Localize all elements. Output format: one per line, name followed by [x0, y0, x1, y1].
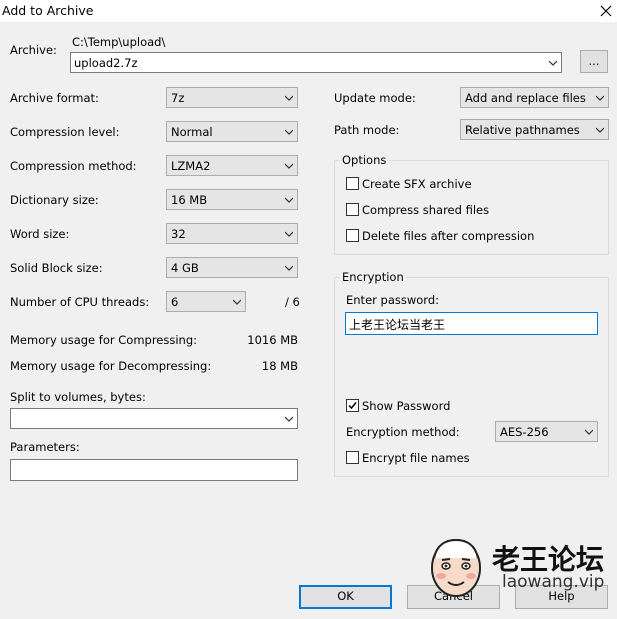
word-size-label: Word size:	[10, 227, 70, 241]
chevron-down-icon	[285, 265, 293, 271]
encryption-title: Encryption	[340, 270, 406, 284]
mem-compress-label: Memory usage for Compressing:	[10, 333, 198, 347]
word-size-value: 32	[171, 227, 186, 241]
compress-shared-checkbox[interactable]	[346, 203, 359, 216]
create-sfx-checkbox[interactable]	[346, 177, 359, 190]
ok-button[interactable]: OK	[299, 585, 392, 609]
encrypt-names-checkbox[interactable]	[346, 451, 359, 464]
chevron-down-icon	[285, 197, 293, 203]
parameters-input[interactable]	[10, 459, 298, 481]
split-label: Split to volumes, bytes:	[10, 390, 146, 404]
update-mode-select[interactable]: Add and replace files	[460, 87, 609, 108]
archive-format-select[interactable]: 7z	[166, 87, 298, 108]
window-title: Add to Archive	[2, 3, 94, 18]
encryption-method-value: AES-256	[500, 425, 549, 439]
password-input[interactable]: 上老王论坛当老王	[345, 312, 598, 335]
chevron-down-icon	[233, 299, 241, 305]
chevron-down-icon	[285, 129, 293, 135]
password-value: 上老王论坛当老王	[349, 318, 446, 332]
close-button[interactable]	[596, 0, 616, 22]
encrypt-names-label: Encrypt file names	[362, 451, 470, 465]
watermark-avatar	[424, 532, 488, 600]
chevron-down-icon	[585, 429, 593, 435]
path-mode-value: Relative pathnames	[465, 123, 580, 137]
word-size-select[interactable]: 32	[166, 223, 298, 244]
compression-method-label: Compression method:	[10, 159, 137, 173]
chevron-down-icon	[285, 231, 293, 237]
archive-name-value: upload2.7z	[74, 56, 138, 70]
archive-label: Archive:	[10, 43, 57, 57]
compress-shared-label: Compress shared files	[362, 203, 490, 217]
compression-method-select[interactable]: LZMA2	[166, 155, 298, 176]
dictionary-size-select[interactable]: 16 MB	[166, 189, 298, 210]
encryption-method-label: Encryption method:	[346, 425, 460, 439]
options-title: Options	[340, 153, 389, 167]
chevron-down-icon	[596, 127, 604, 133]
delete-after-label: Delete files after compression	[362, 229, 535, 243]
dictionary-size-value: 16 MB	[171, 193, 208, 207]
update-mode-value: Add and replace files	[465, 91, 586, 105]
compression-method-value: LZMA2	[171, 159, 211, 173]
browse-button[interactable]: ...	[580, 50, 608, 73]
chevron-down-icon	[285, 416, 293, 422]
archive-path: C:\Temp\upload\	[72, 35, 166, 49]
close-icon	[600, 5, 612, 17]
cpu-threads-max: / 6	[285, 295, 300, 309]
encryption-group	[334, 277, 609, 477]
compression-level-select[interactable]: Normal	[166, 121, 298, 142]
chevron-down-icon	[549, 60, 557, 66]
split-volumes-combo[interactable]	[10, 408, 298, 429]
old-man-face-icon	[431, 538, 481, 597]
delete-after-checkbox[interactable]	[346, 229, 359, 242]
mem-compress-value: 1016 MB	[247, 333, 298, 347]
archive-format-value: 7z	[171, 91, 185, 105]
archive-format-label: Archive format:	[10, 91, 99, 105]
show-password-label: Show Password	[362, 399, 451, 413]
compression-level-value: Normal	[171, 125, 213, 139]
solid-block-size-select[interactable]: 4 GB	[166, 257, 298, 278]
solid-block-size-label: Solid Block size:	[10, 261, 103, 275]
compression-level-label: Compression level:	[10, 125, 120, 139]
chevron-down-icon	[285, 95, 293, 101]
path-mode-select[interactable]: Relative pathnames	[460, 119, 609, 140]
cpu-threads-select[interactable]: 6	[166, 291, 246, 312]
password-label: Enter password:	[346, 293, 439, 307]
watermark-url: laowang.vip	[502, 572, 605, 592]
solid-block-size-value: 4 GB	[171, 261, 199, 275]
encryption-method-select[interactable]: AES-256	[495, 421, 598, 442]
chevron-down-icon	[596, 95, 604, 101]
path-mode-label: Path mode:	[334, 123, 400, 137]
create-sfx-label: Create SFX archive	[362, 177, 472, 191]
show-password-checkbox[interactable]	[346, 399, 359, 412]
cpu-threads-label: Number of CPU threads:	[10, 295, 150, 309]
chevron-down-icon	[285, 163, 293, 169]
mem-decompress-value: 18 MB	[261, 359, 298, 373]
parameters-label: Parameters:	[10, 440, 80, 454]
update-mode-label: Update mode:	[334, 91, 416, 105]
mem-decompress-label: Memory usage for Decompressing:	[10, 359, 212, 373]
checkmark-icon	[348, 402, 357, 410]
dictionary-size-label: Dictionary size:	[10, 193, 99, 207]
archive-name-combo[interactable]: upload2.7z	[70, 52, 562, 73]
cpu-threads-value: 6	[171, 295, 179, 309]
